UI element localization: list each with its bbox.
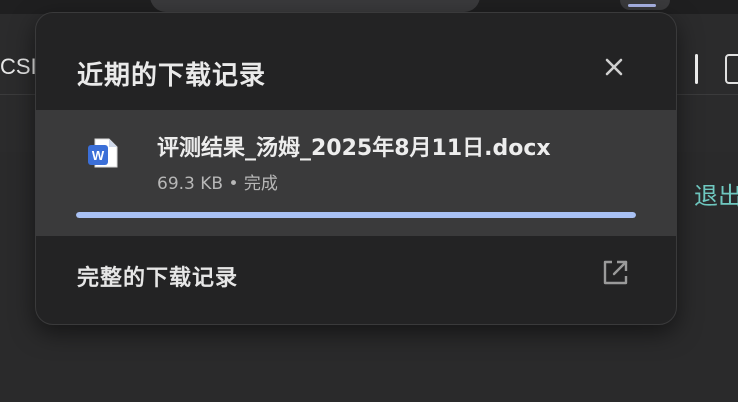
extension-icon[interactable]	[725, 54, 738, 84]
downloads-bubble: 近期的下载记录 W 评测结果_汤姆_2025年8月11日.docx 69.3 K…	[35, 12, 677, 325]
downloads-indicator-progress	[628, 4, 656, 7]
exit-link[interactable]: 退出	[694, 176, 738, 211]
download-item[interactable]: W 评测结果_汤姆_2025年8月11日.docx 69.3 KB • 完成	[36, 110, 676, 236]
browser-tab[interactable]	[150, 0, 480, 12]
download-progress-fill	[76, 212, 636, 218]
svg-text:W: W	[92, 148, 105, 163]
toolbar-separator	[695, 54, 698, 84]
downloads-indicator[interactable]	[620, 0, 670, 10]
toolbar-tab-text: CSI	[0, 54, 37, 79]
open-external-icon	[599, 257, 631, 289]
download-file-status: 69.3 KB • 完成	[157, 174, 278, 194]
download-progress-bar	[76, 212, 636, 218]
full-download-history-label: 完整的下载记录	[77, 266, 239, 291]
downloads-bubble-title: 近期的下载记录	[77, 61, 267, 91]
full-download-history-link[interactable]: 完整的下载记录	[36, 236, 676, 324]
close-button[interactable]	[596, 49, 632, 85]
word-document-icon: W	[86, 136, 120, 170]
download-file-name[interactable]: 评测结果_汤姆_2025年8月11日.docx	[157, 130, 551, 162]
close-icon	[605, 58, 623, 76]
